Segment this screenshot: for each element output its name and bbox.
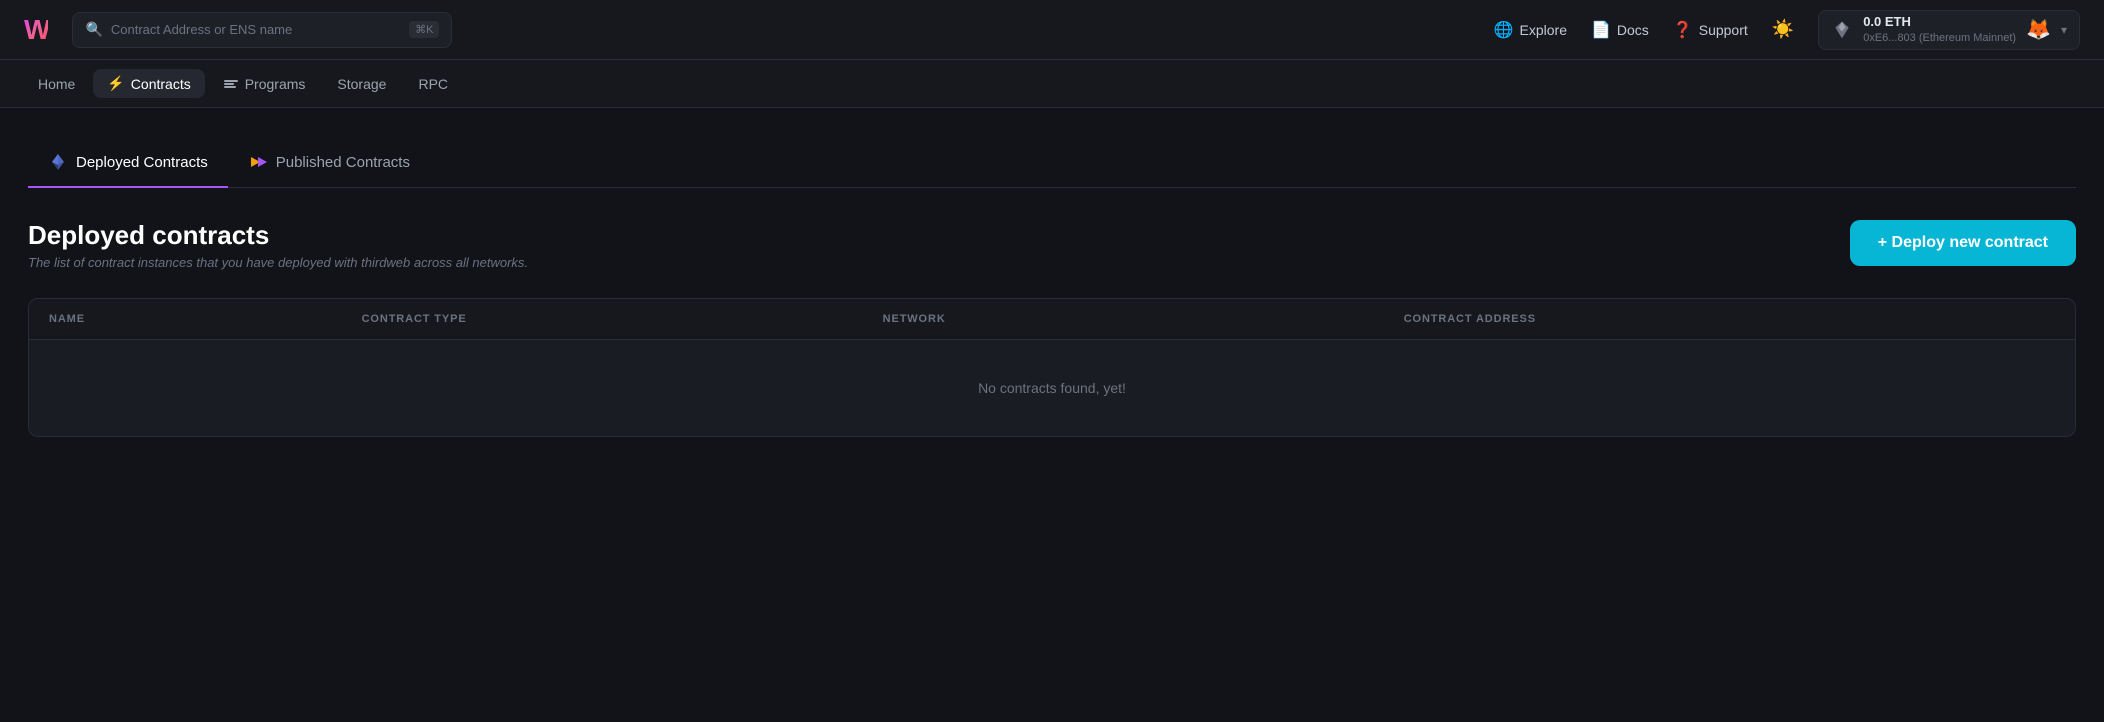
logo-text: W xyxy=(24,16,48,44)
tab-published-label: Published Contracts xyxy=(276,154,410,171)
docs-label: Docs xyxy=(1617,22,1649,38)
subnav-item-rpc[interactable]: RPC xyxy=(404,70,462,98)
empty-message: No contracts found, yet! xyxy=(978,380,1126,396)
publish-icon xyxy=(248,152,268,172)
wallet-info: 0.0 ETH 0xE6...803 (Ethereum Mainnet) xyxy=(1863,14,2016,45)
page-title-block: Deployed contracts The list of contract … xyxy=(28,220,528,270)
subnav-programs-label: Programs xyxy=(245,76,306,92)
deploy-new-contract-button[interactable]: + Deploy new contract xyxy=(1850,220,2076,266)
docs-link[interactable]: 📄 Docs xyxy=(1591,20,1649,40)
wallet-eth-balance: 0.0 ETH xyxy=(1863,14,2016,31)
subnav-item-contracts[interactable]: ⚡ Contracts xyxy=(93,69,204,98)
search-placeholder-text: Contract Address or ENS name xyxy=(111,22,292,37)
col-header-address: CONTRACT ADDRESS xyxy=(1404,313,2055,325)
subnav-contracts-label: Contracts xyxy=(131,76,191,92)
ethereum-icon xyxy=(48,152,68,172)
search-icon: 🔍 xyxy=(85,21,102,38)
wallet-badge[interactable]: 0.0 ETH 0xE6...803 (Ethereum Mainnet) 🦊 … xyxy=(1818,10,2080,50)
topbar-right: 🌐 Explore 📄 Docs ❓ Support ☀️ 0.0 ETH 0x… xyxy=(1494,10,2080,50)
search-bar[interactable]: 🔍 Contract Address or ENS name ⌘K xyxy=(72,12,452,48)
col-header-contract-type: CONTRACT TYPE xyxy=(362,313,883,325)
support-label: Support xyxy=(1699,22,1748,38)
doc-icon: 📄 xyxy=(1591,20,1611,40)
theme-toggle[interactable]: ☀️ xyxy=(1772,19,1794,40)
col-header-network: NETWORK xyxy=(883,313,1404,325)
search-shortcut: ⌘K xyxy=(409,21,439,38)
tab-deployed-label: Deployed Contracts xyxy=(76,154,208,171)
subnav: Home ⚡ Contracts Programs Storage RPC xyxy=(0,60,2104,108)
thirdweb-diamond-icon xyxy=(1831,19,1853,41)
topbar: W 🔍 Contract Address or ENS name ⌘K 🌐 Ex… xyxy=(0,0,2104,60)
wallet-address: 0xE6...803 (Ethereum Mainnet) xyxy=(1863,31,2016,45)
subnav-rpc-label: RPC xyxy=(418,76,448,92)
table-empty-state: No contracts found, yet! xyxy=(29,340,2075,436)
subnav-home-label: Home xyxy=(38,76,75,92)
subnav-item-home[interactable]: Home xyxy=(24,70,89,98)
contract-tabs: Deployed Contracts Published Contracts xyxy=(28,140,2076,188)
contracts-bolt-icon: ⚡ xyxy=(107,75,124,92)
chevron-down-icon: ▾ xyxy=(2061,23,2067,37)
subnav-item-storage[interactable]: Storage xyxy=(323,70,400,98)
page-header: Deployed contracts The list of contract … xyxy=(28,220,2076,270)
table-header: NAME CONTRACT TYPE NETWORK CONTRACT ADDR… xyxy=(29,299,2075,340)
subnav-storage-label: Storage xyxy=(337,76,386,92)
page-title: Deployed contracts xyxy=(28,220,528,251)
globe-icon: 🌐 xyxy=(1494,20,1514,40)
support-link[interactable]: ❓ Support xyxy=(1673,20,1748,40)
metamask-icon: 🦊 xyxy=(2026,17,2051,42)
programs-icon xyxy=(223,76,239,92)
explore-label: Explore xyxy=(1520,22,1567,38)
main-content: Deployed Contracts Published Contracts D… xyxy=(0,108,2104,469)
subnav-item-programs[interactable]: Programs xyxy=(209,70,320,98)
col-header-name: NAME xyxy=(49,313,362,325)
page-subtitle: The list of contract instances that you … xyxy=(28,255,528,270)
contracts-table: NAME CONTRACT TYPE NETWORK CONTRACT ADDR… xyxy=(28,298,2076,437)
explore-link[interactable]: 🌐 Explore xyxy=(1494,20,1567,40)
logo[interactable]: W xyxy=(24,16,48,44)
tab-deployed[interactable]: Deployed Contracts xyxy=(28,140,228,188)
support-icon: ❓ xyxy=(1673,20,1693,40)
tab-published[interactable]: Published Contracts xyxy=(228,140,430,188)
